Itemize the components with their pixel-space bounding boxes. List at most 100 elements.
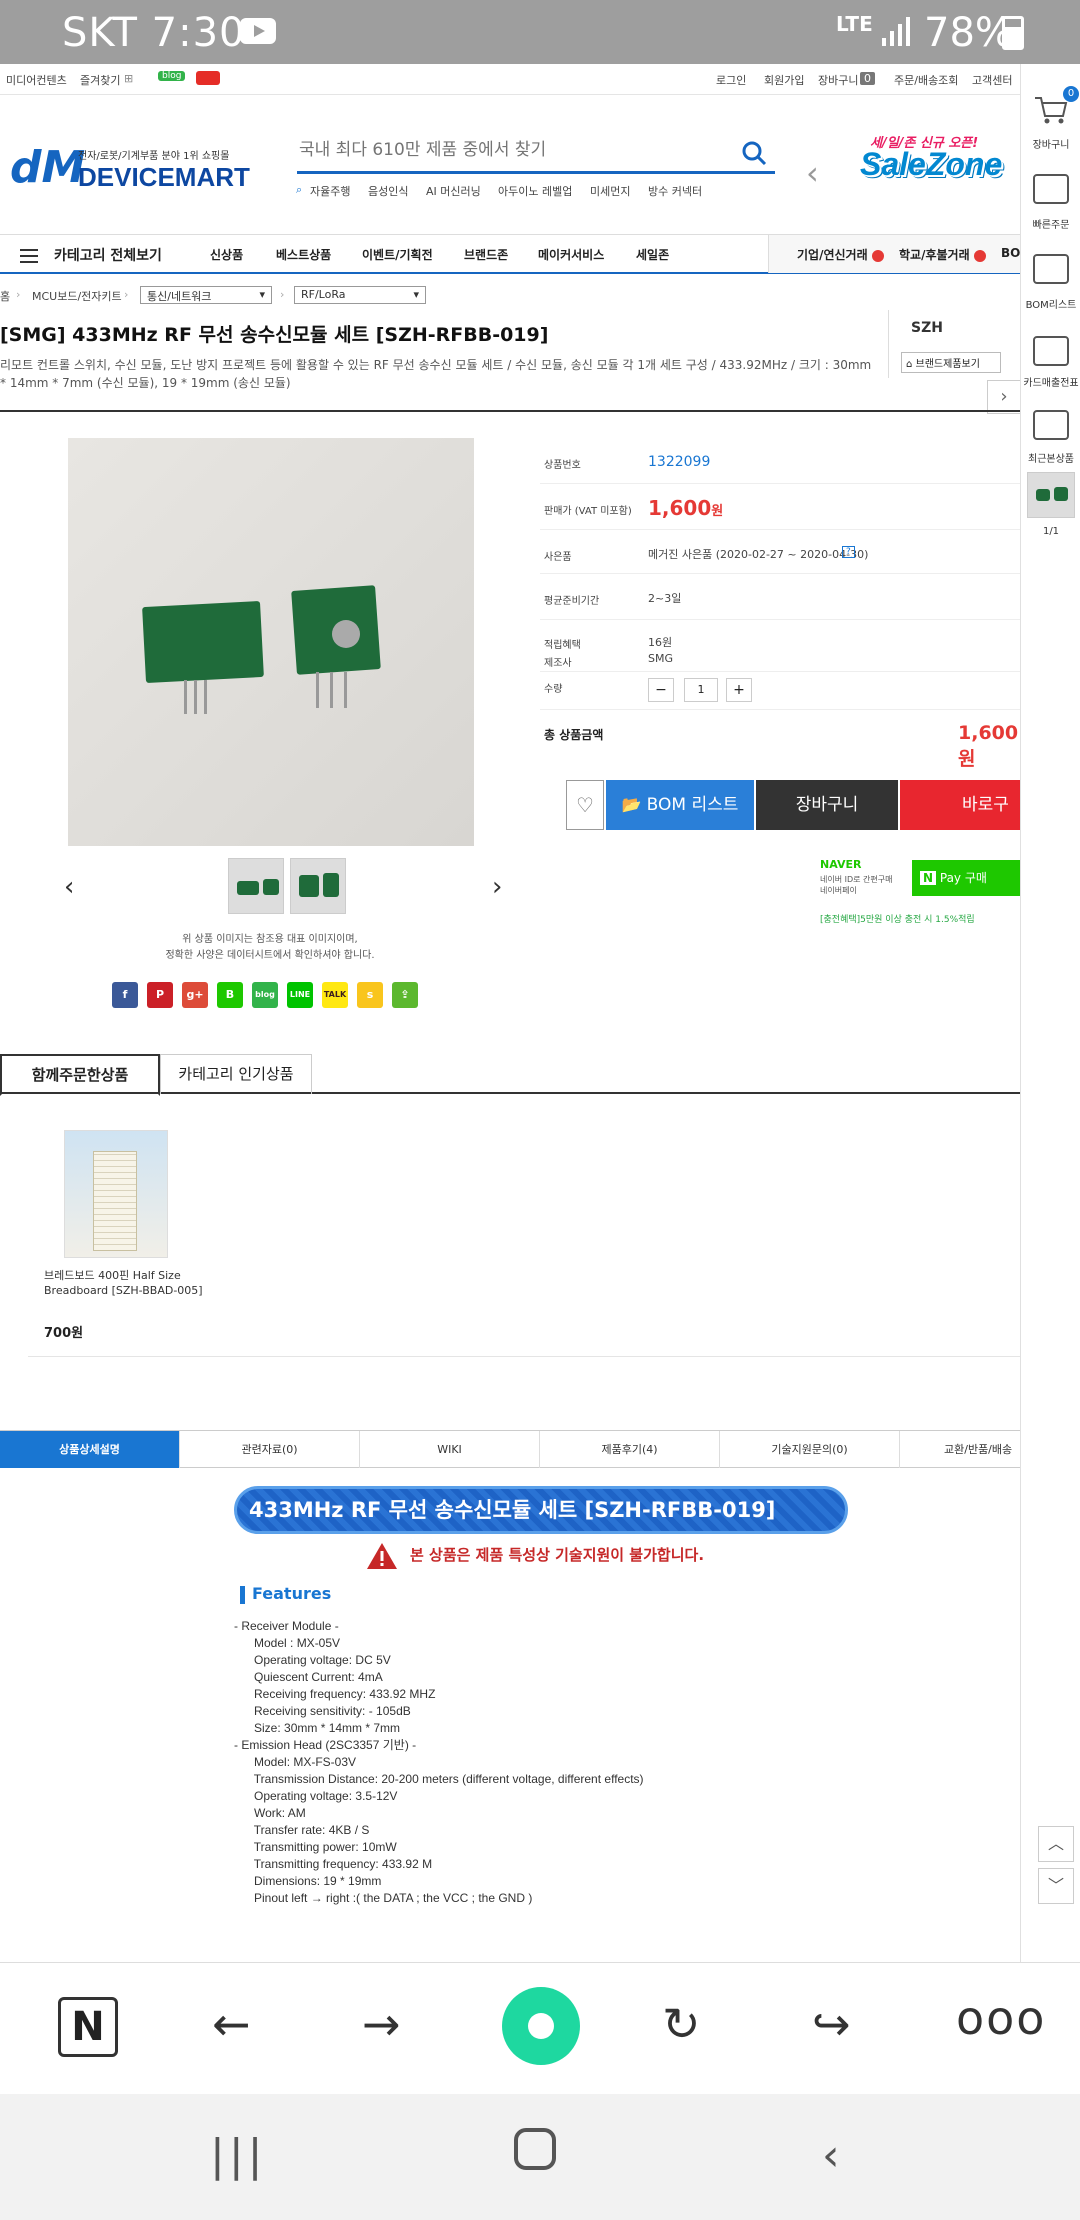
help-icon[interactable]: ? <box>842 546 855 558</box>
qty-plus-button[interactable]: + <box>726 678 752 702</box>
tab-exchange[interactable]: 교환/반품/배송 <box>900 1431 1020 1468</box>
recent-basket-icon[interactable] <box>1033 410 1069 440</box>
kakaostory-icon[interactable]: s <box>357 982 383 1008</box>
keyword-5[interactable]: 방수 커넥터 <box>648 183 702 199</box>
tab-detail[interactable]: 상품상세설명 <box>0 1431 180 1468</box>
green-dot-icon[interactable] <box>502 1987 580 2065</box>
link-orders[interactable]: 주문/배송조회 <box>894 72 958 88</box>
menu-sale[interactable]: 세일존 <box>636 246 669 263</box>
banner-prev-icon[interactable]: ‹ <box>806 154 819 192</box>
category-select-l2[interactable]: 통신/네트워크 ▾ <box>140 286 272 304</box>
thumbnail-2[interactable] <box>290 858 346 914</box>
googleplus-icon[interactable]: g+ <box>182 982 208 1008</box>
brand-products-button[interactable]: ⌂ 브랜드제품보기 <box>901 352 1001 373</box>
tab-ordered-together[interactable]: 함께주문한상품 <box>0 1054 160 1096</box>
link-media[interactable]: 미디어컨텐츠 <box>6 72 67 88</box>
share-icon[interactable]: ⇪ <box>392 982 418 1008</box>
side-recent-label[interactable]: 최근본상품 <box>1021 450 1080 465</box>
wishlist-heart-icon[interactable]: ♡ <box>566 780 604 830</box>
naver-pay-button[interactable]: N Pay 구매 <box>912 860 1020 896</box>
line-icon[interactable]: LINE <box>287 982 313 1008</box>
back-nav-icon[interactable]: ‹ <box>822 2130 840 2181</box>
keyword-4[interactable]: 미세먼지 <box>590 183 630 199</box>
logo-mark[interactable]: dM <box>10 142 85 193</box>
add-to-cart-button[interactable]: 장바구니 <box>756 780 898 830</box>
related-product-name[interactable]: 브레드보드 400핀 Half Size Breadboard [SZH-BBA… <box>44 1268 204 1298</box>
blog-share-icon[interactable]: blog <box>252 982 278 1008</box>
more-icon[interactable]: ooo <box>956 1991 1046 2045</box>
facebook-icon[interactable]: f <box>112 982 138 1008</box>
tab-category-popular[interactable]: 카테고리 인기상품 <box>160 1054 312 1094</box>
keyword-0[interactable]: 자율주행 <box>310 183 350 199</box>
breadcrumb-l1[interactable]: MCU보드/전자키트 <box>32 288 122 304</box>
pinterest-icon[interactable]: P <box>147 982 173 1008</box>
info-row-gift: 사은품 메거진 사은품 (2020-02-27 ~ 2020-04-30) ? <box>540 530 1020 574</box>
menu-bo[interactable]: BO <box>1001 246 1020 260</box>
home-icon[interactable] <box>514 2128 556 2170</box>
naver-home-icon[interactable]: N <box>58 1997 118 2057</box>
recent-apps-icon[interactable]: ||| <box>210 2130 266 2181</box>
divider <box>28 1356 1020 1357</box>
share-arrow-icon[interactable]: ↪ <box>812 1997 851 2051</box>
blog-icon[interactable]: blog <box>158 71 186 81</box>
category-all-button[interactable]: 카테고리 전체보기 <box>54 245 162 265</box>
side-quick-label[interactable]: 빠른주문 <box>1021 216 1080 231</box>
forward-icon[interactable]: → <box>362 1997 401 2051</box>
maker-value: SMG <box>648 652 673 665</box>
band-icon[interactable]: B <box>217 982 243 1008</box>
buy-now-button[interactable]: 바로구매 <box>900 780 1020 830</box>
link-login[interactable]: 로그인 <box>716 72 746 88</box>
category-select-l3[interactable]: RF/LoRa ▾ <box>294 286 426 304</box>
menu-corporate[interactable]: 기업/연신거래 <box>797 246 884 263</box>
menu-event[interactable]: 이벤트/기획전 <box>362 246 433 263</box>
search-icon[interactable] <box>741 140 767 166</box>
side-bom-label[interactable]: BOM리스트 <box>1021 296 1080 311</box>
folder-icon: 📂 <box>621 795 647 814</box>
youtube-icon[interactable] <box>196 71 220 85</box>
chevron-right-icon[interactable]: › <box>987 380 1021 414</box>
side-card-label[interactable]: 카드매출전표 <box>1021 374 1080 389</box>
search-input[interactable] <box>297 136 717 164</box>
image-next-icon[interactable]: › <box>492 872 502 902</box>
back-icon[interactable]: ← <box>212 1997 251 2051</box>
plus-icon[interactable]: ⊞ <box>124 72 133 85</box>
link-favorites[interactable]: 즐겨찾기 <box>80 72 120 88</box>
cart-icon[interactable] <box>1033 94 1069 126</box>
qty-input[interactable]: 1 <box>684 678 718 702</box>
scroll-up-icon[interactable]: ︿ <box>1038 1826 1074 1862</box>
keyword-2[interactable]: AI 머신러닝 <box>426 183 481 199</box>
bom-folder-icon[interactable] <box>1033 254 1069 284</box>
thumbnail-1[interactable] <box>228 858 284 914</box>
card-receipt-icon[interactable] <box>1033 336 1069 366</box>
bom-list-button[interactable]: 📂 BOM 리스트 <box>606 780 754 830</box>
menu-new[interactable]: 신상품 <box>210 246 243 263</box>
qty-minus-button[interactable]: − <box>648 678 674 702</box>
menu-icon[interactable] <box>20 249 38 251</box>
quick-order-icon[interactable] <box>1033 174 1069 204</box>
tab-wiki[interactable]: WIKI <box>360 1431 540 1468</box>
menu-maker[interactable]: 메이커서비스 <box>538 246 604 263</box>
logo-text[interactable]: DEVICEMART <box>78 162 250 193</box>
side-cart-label[interactable]: 장바구니 <box>1021 136 1080 151</box>
breadcrumb-home[interactable]: 홈 <box>0 288 10 304</box>
link-support[interactable]: 고객센터 <box>972 72 1012 88</box>
image-prev-icon[interactable]: ‹ <box>64 872 74 902</box>
refresh-icon[interactable]: ↻ <box>662 1997 701 2051</box>
related-product-image[interactable] <box>64 1130 168 1258</box>
salezone-banner[interactable]: 세/일/존 신규 오픈! SaleZone <box>856 128 1020 198</box>
product-image[interactable] <box>68 438 474 846</box>
menu-best[interactable]: 베스트상품 <box>276 246 331 263</box>
menu-school[interactable]: 학교/후불거래 <box>899 246 986 263</box>
keyword-3[interactable]: 아두이노 레벨업 <box>498 183 572 199</box>
scroll-down-icon[interactable]: ﹀ <box>1038 1868 1074 1904</box>
recent-thumbnail[interactable] <box>1027 472 1075 518</box>
menu-brand[interactable]: 브랜드존 <box>464 246 508 263</box>
link-cart[interactable]: 장바구니 <box>818 72 858 88</box>
tab-reviews[interactable]: 제품후기(4) <box>540 1431 720 1468</box>
tab-qna[interactable]: 기술지원문의(0) <box>720 1431 900 1468</box>
tab-docs[interactable]: 관련자료(0) <box>180 1431 360 1468</box>
keyword-1[interactable]: 음성인식 <box>368 183 408 199</box>
info-row-code: 상품번호 1322099 <box>540 436 1020 484</box>
kakaotalk-icon[interactable]: TALK <box>322 982 348 1008</box>
link-join[interactable]: 회원가입 <box>764 72 804 88</box>
